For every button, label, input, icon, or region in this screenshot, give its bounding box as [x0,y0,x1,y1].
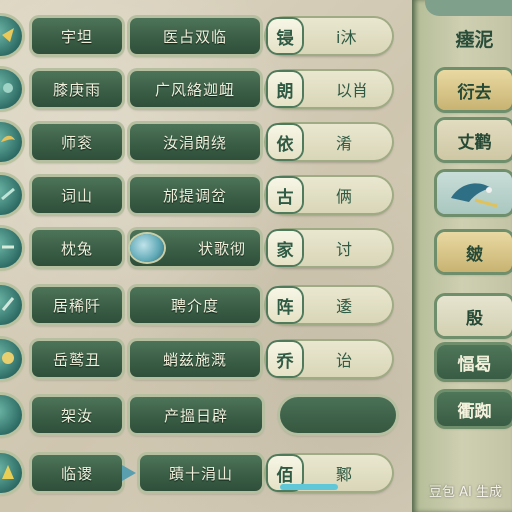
pill-label: 以肖 [336,81,369,100]
name-button[interactable]: 临谡 [32,455,122,491]
side-tile[interactable]: 丈鹳 [437,120,512,160]
name-button[interactable]: 师衮 [32,124,122,160]
orb-icon[interactable] [0,16,22,56]
bird-icon [450,183,497,208]
action-button[interactable]: 邡提调岔 [130,177,260,213]
name-button[interactable]: 词山 [32,177,122,213]
list-row: 师衮 汝涓朗绕 依淆 [0,120,415,164]
empty-slot-pill[interactable] [280,397,396,433]
action-button[interactable]: 广风絡迦衄 [130,71,260,107]
option-pill[interactable]: 家讨 [266,230,392,266]
option-pill[interactable]: 乔诒 [266,341,392,377]
list-row: 词山 邡提调岔 古俩 [0,173,415,217]
option-pill[interactable]: 锓 i沐 [266,18,392,54]
side-tile[interactable]: 衢踟 [437,392,512,426]
list-row: 临谡 蹟十涓山 佰鄹 [0,451,415,495]
pill-label: 讨 [336,240,353,259]
name-button[interactable]: 宇坦 [32,18,122,54]
action-button[interactable]: 蹟十涓山 [140,455,262,491]
action-button[interactable]: 聘介度 [130,287,260,323]
name-button[interactable]: 枕兔 [32,230,122,266]
pill-key-char: 家 [268,231,302,265]
orb-icon[interactable] [0,395,22,435]
pill-key-char: 阵 [268,288,302,322]
pill-label: 淆 [336,134,353,153]
pointer-arrow-icon [122,465,136,481]
action-button[interactable]: 蛸兹施溉 [130,341,260,377]
watermark: 豆包 AI 生成 [429,485,502,500]
orb-icon[interactable] [0,228,22,268]
side-tile[interactable]: 衍去 [437,70,512,110]
side-tile[interactable]: 殷 [437,296,512,336]
pill-label: 俩 [336,187,353,206]
side-panel-title: 瘗泥 [455,28,494,51]
list-row: 居稀阡 聘介度 阵逶 [0,283,415,327]
pill-key-char: 朗 [268,72,302,106]
pill-label: 逶 [336,297,353,316]
side-tile[interactable]: 皴 [437,232,512,272]
list-row: 宇坦 医占双临 锓 i沐 [0,14,415,58]
orb-icon[interactable] [0,339,22,379]
bird-emblem-tile[interactable] [437,172,512,214]
name-button[interactable]: 膝庚雨 [32,71,122,107]
pill-key-char: 依 [268,125,302,159]
pill-key-char: 乔 [268,342,302,376]
list-row: 膝庚雨 广风絡迦衄 朗 以肖 [0,67,415,111]
side-tile[interactable]: 愊曷 [437,345,512,379]
orb-icon[interactable] [0,122,22,162]
pill-key-char: 锓 [268,19,302,53]
gem-icon[interactable] [130,234,164,262]
progress-indicator [280,484,338,490]
pill-label: 鄹 [336,465,353,484]
orb-icon[interactable] [0,285,22,325]
pill-key-char: 古 [268,178,302,212]
orb-icon[interactable] [0,453,22,493]
orb-icon[interactable] [0,175,22,215]
option-pill[interactable]: 朗 以肖 [266,71,392,107]
name-button[interactable]: 架汝 [32,397,122,433]
name-button[interactable]: 居稀阡 [32,287,122,323]
pill-label: 诒 [336,351,353,370]
panel-header-trim [425,0,512,16]
option-pill[interactable]: 依淆 [266,124,392,160]
option-pill[interactable]: 古俩 [266,177,392,213]
orb-icon[interactable] [0,69,22,109]
list-row: 岳鹫丑 蛸兹施溉 乔诒 [0,337,415,381]
action-button[interactable]: 汝涓朗绕 [130,124,260,160]
action-button[interactable]: 医占双临 [130,18,260,54]
pill-label: i沐 [336,28,357,47]
action-button[interactable]: 产搵日辟 [130,397,262,433]
list-row: 架汝 产搵日辟 [0,393,415,437]
option-pill[interactable]: 阵逶 [266,287,392,323]
name-button[interactable]: 岳鹫丑 [32,341,122,377]
list-row: 枕兔 状歌彻 家讨 [0,226,415,270]
